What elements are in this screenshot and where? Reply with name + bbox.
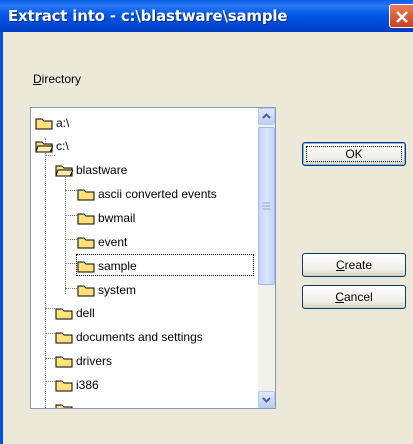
folder-icon bbox=[55, 332, 73, 344]
window-title: Extract into - c:\blastware\sample bbox=[8, 7, 288, 25]
directory-tree[interactable]: a:\ c:\ blastware ascii converted events… bbox=[30, 107, 276, 409]
folder-icon bbox=[55, 404, 73, 408]
chevron-up-icon bbox=[262, 113, 271, 119]
directory-label: Directory bbox=[33, 72, 82, 86]
folder-icon bbox=[77, 213, 95, 225]
tree-node-ascii[interactable]: ascii converted events bbox=[77, 183, 217, 203]
folder-icon bbox=[55, 380, 73, 392]
scroll-up-button[interactable] bbox=[258, 108, 275, 125]
tree-node-i386[interactable]: i386 bbox=[55, 374, 99, 394]
tree-node-blastware[interactable]: blastware bbox=[55, 159, 127, 179]
grip-icon bbox=[263, 202, 270, 210]
window-title-bar: Extract into - c:\blastware\sample bbox=[0, 0, 413, 32]
scroll-down-button[interactable] bbox=[258, 391, 275, 408]
ok-button[interactable]: OK bbox=[302, 142, 406, 166]
folder-icon bbox=[55, 356, 73, 368]
folder-icon bbox=[77, 285, 95, 297]
tree-node-drivers[interactable]: drivers bbox=[55, 350, 112, 370]
tree-node-documents[interactable]: documents and settings bbox=[55, 326, 203, 346]
create-button[interactable]: Create bbox=[302, 253, 406, 277]
tree-node-partial bbox=[55, 398, 76, 408]
tree-node-system[interactable]: system bbox=[77, 279, 136, 299]
chevron-down-icon bbox=[262, 397, 271, 403]
tree-node-a[interactable]: a:\ bbox=[35, 112, 69, 132]
folder-icon bbox=[77, 237, 95, 249]
tree-node-dell[interactable]: dell bbox=[55, 302, 95, 322]
folder-icon bbox=[55, 308, 73, 320]
open-folder-icon bbox=[35, 141, 53, 153]
close-button[interactable] bbox=[389, 4, 413, 28]
tree-node-event[interactable]: event bbox=[77, 231, 127, 251]
tree-node-bwmail[interactable]: bwmail bbox=[77, 207, 135, 227]
folder-icon bbox=[35, 118, 53, 130]
close-icon bbox=[396, 11, 408, 23]
folder-icon bbox=[77, 189, 95, 201]
tree-scrollbar[interactable] bbox=[258, 108, 275, 408]
cancel-button[interactable]: Cancel bbox=[302, 285, 406, 309]
folder-icon bbox=[77, 261, 95, 273]
open-folder-icon bbox=[55, 165, 73, 177]
tree-node-c[interactable]: c:\ bbox=[35, 135, 69, 155]
focus-rect bbox=[306, 146, 402, 162]
tree-node-sample[interactable]: sample bbox=[76, 254, 254, 276]
scroll-thumb[interactable] bbox=[258, 127, 275, 285]
